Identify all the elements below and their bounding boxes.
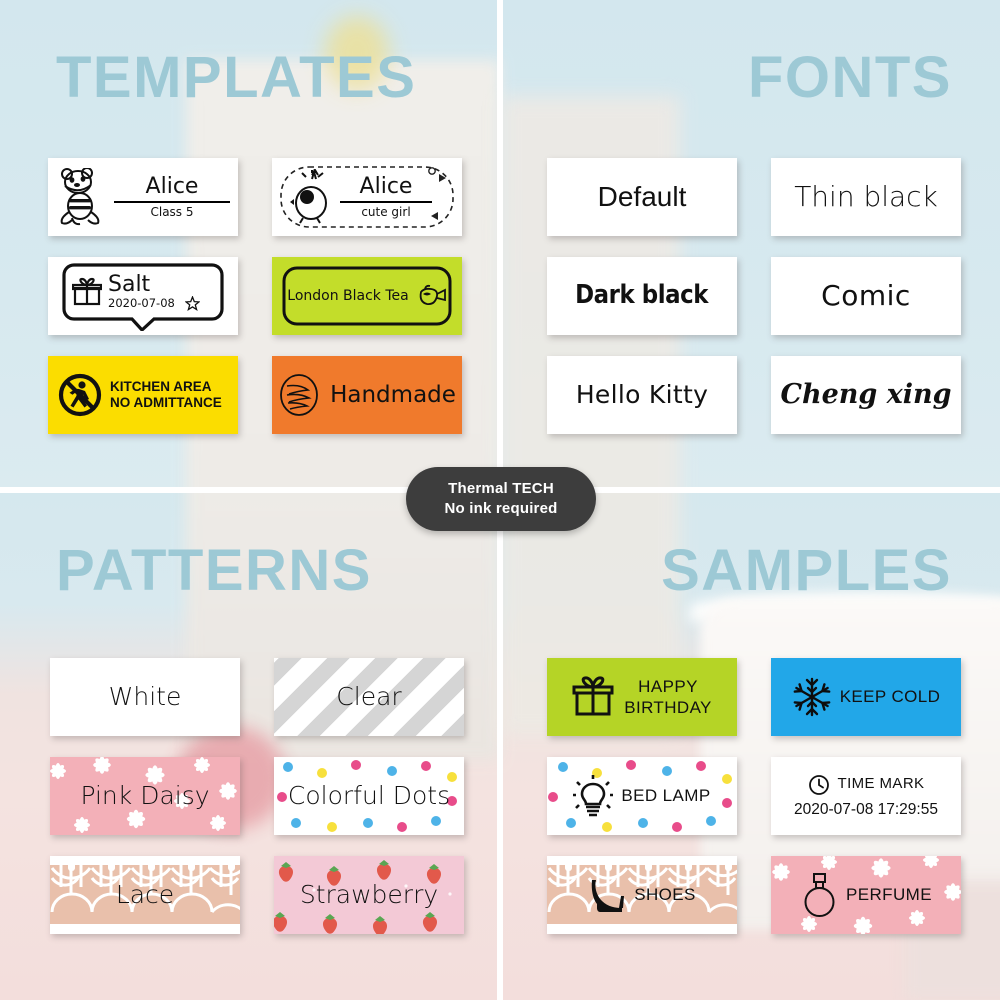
section-patterns: PATTERNS White Clear Pink Daisy Colorful… xyxy=(0,493,497,1000)
template-sub: Class 5 xyxy=(150,204,194,219)
pattern-card-lace[interactable]: Lace xyxy=(50,856,240,934)
font-sample-label: Hello Kitty xyxy=(575,379,709,409)
font-card-cheng-xing[interactable]: Cheng xing xyxy=(771,356,961,434)
pattern-label: Pink Daisy xyxy=(80,780,210,810)
no-pedestrian-icon xyxy=(58,373,102,417)
snowflake-icon xyxy=(792,677,832,717)
template-name: KITCHEN AREA xyxy=(110,379,212,395)
templates-grid: Alice Class 5 Alice cute girl Salt 2020-… xyxy=(48,158,462,434)
font-sample-label: Thin black xyxy=(794,179,938,213)
teapot-icon xyxy=(415,282,447,310)
font-sample-label: Dark black xyxy=(575,280,709,311)
sample-card-keep-cold[interactable]: KEEP COLD xyxy=(771,658,961,736)
badge-line1: Thermal TECH xyxy=(448,479,554,497)
perfume-bottle-icon xyxy=(800,872,840,918)
bear-icon xyxy=(56,168,108,226)
lightbulb-icon xyxy=(573,774,614,818)
sample-card-time-mark[interactable]: TIME MARK 2020-07-08 17:29:55 xyxy=(771,757,961,835)
gift-box-icon xyxy=(572,676,614,718)
badge-line2: No ink required xyxy=(444,500,558,517)
template-sub: 2020-07-08 xyxy=(108,296,175,310)
sample-card-bed-lamp[interactable]: BED LAMP xyxy=(547,757,737,835)
section-samples: SAMPLES HAPPY BIRTHDAY KEEP COLD BED LAM… xyxy=(503,493,1000,1000)
template-card-salt[interactable]: Salt 2020-07-08 xyxy=(48,257,238,335)
font-card-default[interactable]: Default xyxy=(547,158,737,236)
gift-icon xyxy=(72,277,102,307)
fonts-grid: Default Thin black Dark black Comic Hell… xyxy=(547,158,961,434)
pattern-label: Strawberry xyxy=(299,879,439,909)
pattern-label: Lace xyxy=(115,879,175,909)
samples-grid: HAPPY BIRTHDAY KEEP COLD BED LAMP TIME M… xyxy=(547,658,961,934)
sample-line1: KEEP COLD xyxy=(839,687,941,707)
sample-card-happy-birthday[interactable]: HAPPY BIRTHDAY xyxy=(547,658,737,736)
template-card-kitchen-area[interactable]: KITCHEN AREA NO ADMITTANCE xyxy=(48,356,238,434)
sample-line2: BIRTHDAY xyxy=(624,698,712,717)
fonts-title: FONTS xyxy=(747,45,952,110)
template-card-london-tea[interactable]: London Black Tea xyxy=(272,257,462,335)
font-card-hello-kitty[interactable]: Hello Kitty xyxy=(547,356,737,434)
patterns-grid: White Clear Pink Daisy Colorful Dots Lac… xyxy=(50,658,464,934)
template-name: Alice xyxy=(340,175,432,203)
template-name: London Black Tea xyxy=(287,288,409,304)
pattern-label: White xyxy=(108,681,182,711)
font-sample-label: Cheng xing xyxy=(780,379,952,411)
sample-card-shoes[interactable]: SHOES xyxy=(547,856,737,934)
template-sub: NO ADMITTANCE xyxy=(110,395,222,410)
sample-card-perfume[interactable]: PERFUME xyxy=(771,856,961,934)
sample-line1: TIME MARK xyxy=(837,775,925,793)
section-templates: TEMPLATES Alice Class 5 Alice cute girl … xyxy=(0,0,497,487)
pattern-card-colorful-dots[interactable]: Colorful Dots xyxy=(274,757,464,835)
pattern-card-clear[interactable]: Clear xyxy=(274,658,464,736)
bird-icon xyxy=(290,169,334,225)
template-card-alice-cutegirl[interactable]: Alice cute girl xyxy=(272,158,462,236)
template-name: Handmade xyxy=(330,382,456,408)
template-name: Salt xyxy=(108,271,151,297)
handmade-circle-icon xyxy=(278,372,320,418)
high-heel-icon xyxy=(588,874,628,916)
sample-line2: 2020-07-08 17:29:55 xyxy=(794,800,938,818)
section-fonts: FONTS Default Thin black Dark black Comi… xyxy=(503,0,1000,487)
clock-icon xyxy=(808,774,830,796)
sample-line1: BED LAMP xyxy=(621,786,711,806)
sample-line1: HAPPY xyxy=(638,676,698,696)
templates-title: TEMPLATES xyxy=(56,45,417,110)
font-sample-label: Comic xyxy=(821,278,911,312)
pattern-card-strawberry[interactable]: Strawberry xyxy=(274,856,464,934)
template-card-handmade[interactable]: Handmade xyxy=(272,356,462,434)
thermal-tech-badge: Thermal TECH No ink required xyxy=(406,467,596,531)
template-name: Alice xyxy=(114,175,230,203)
samples-title: SAMPLES xyxy=(661,538,952,603)
font-sample-label: Default xyxy=(597,180,687,212)
patterns-title: PATTERNS xyxy=(56,538,372,603)
pattern-card-white[interactable]: White xyxy=(50,658,240,736)
font-card-dark-black[interactable]: Dark black xyxy=(547,257,737,335)
star-icon xyxy=(184,295,200,311)
sample-line1: PERFUME xyxy=(846,885,932,905)
font-card-thin-black[interactable]: Thin black xyxy=(771,158,961,236)
template-sub: cute girl xyxy=(361,204,411,219)
sample-line1: SHOES xyxy=(634,885,696,905)
pattern-label: Clear xyxy=(336,681,402,711)
template-card-alice-class[interactable]: Alice Class 5 xyxy=(48,158,238,236)
pattern-label: Colorful Dots xyxy=(287,780,451,810)
font-card-comic[interactable]: Comic xyxy=(771,257,961,335)
pattern-card-pink-daisy[interactable]: Pink Daisy xyxy=(50,757,240,835)
